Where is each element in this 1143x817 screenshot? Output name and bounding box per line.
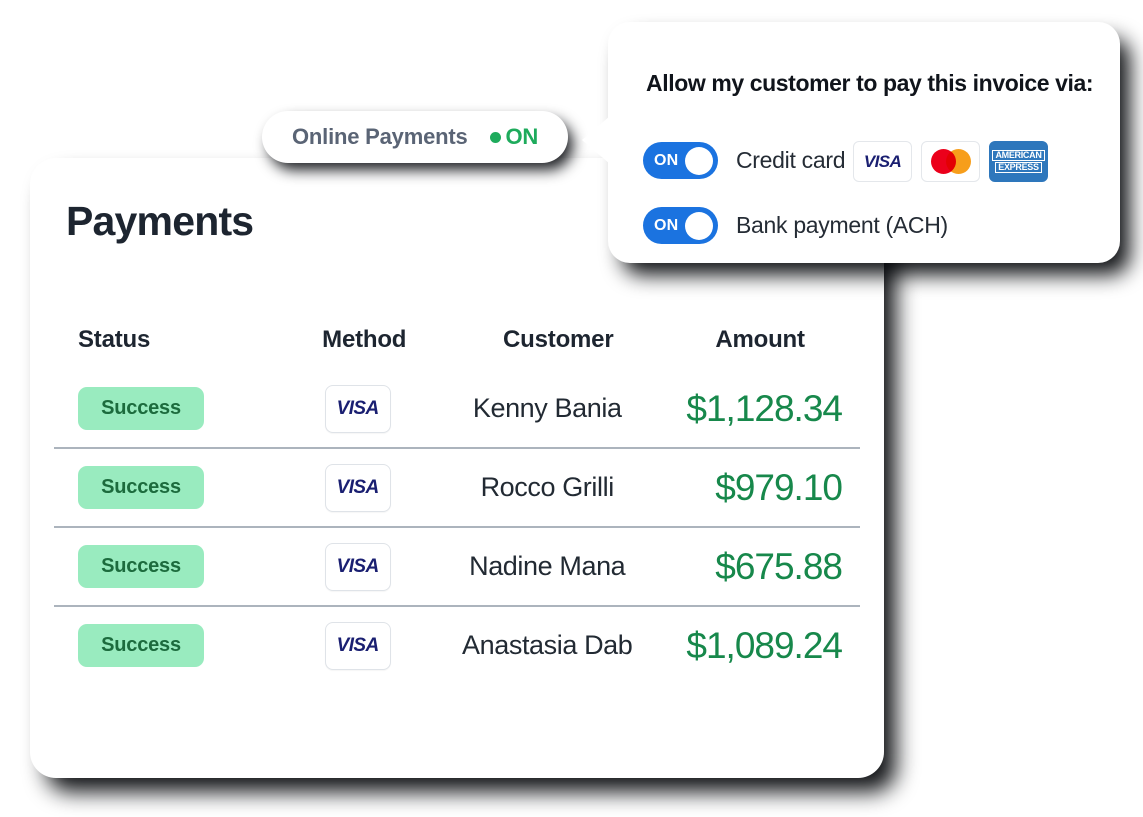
column-header-status: Status	[78, 326, 151, 353]
customer-name: Anastasia Dab	[462, 630, 633, 660]
online-payments-toggle-pill[interactable]: Online Payments ON	[262, 111, 569, 163]
amex-line-1: AMERICAN	[992, 149, 1045, 161]
toggle-bank-payment[interactable]: ON	[643, 207, 718, 244]
table-row[interactable]: Success VISA Rocco Grilli $979.10	[54, 449, 860, 528]
cell-method: VISA	[268, 621, 448, 670]
mastercard-circles	[930, 149, 971, 174]
visa-wordmark: VISA	[336, 555, 380, 577]
customer-name: Kenny Bania	[472, 393, 622, 423]
online-payments-label: Online Payments	[292, 124, 468, 149]
visa-icon: VISA	[324, 384, 391, 433]
column-header-customer: Customer	[503, 326, 614, 353]
screenshot-stage: Payments Status Method Customer Amount S…	[0, 0, 1143, 817]
option-row-bank-payment: ON Bank payment (ACH)	[643, 207, 948, 244]
card-brand-logos: VISA AMERICAN EXPRESS	[853, 141, 1048, 182]
cell-customer: Anastasia Dab	[448, 630, 647, 661]
visa-wordmark: VISA	[863, 151, 902, 171]
online-payments-state-text: ON	[505, 124, 539, 149]
online-payments-state: ON	[489, 124, 539, 150]
toggle-credit-card[interactable]: ON	[643, 142, 718, 179]
cell-status: Success	[54, 466, 268, 509]
cell-status: Success	[54, 387, 268, 430]
visa-wordmark: VISA	[336, 634, 380, 656]
visa-icon: VISA	[324, 542, 391, 591]
table-row[interactable]: Success VISA Nadine Mana $675.88	[54, 528, 860, 607]
status-badge: Success	[78, 466, 204, 509]
cell-method: VISA	[268, 463, 448, 512]
column-header-method: Method	[322, 326, 407, 353]
amex-line-2: EXPRESS	[995, 162, 1042, 174]
cell-method: VISA	[268, 542, 448, 591]
amount-value: $1,128.34	[686, 387, 843, 429]
cell-customer: Kenny Bania	[448, 393, 647, 424]
toggle-knob-icon	[685, 146, 713, 175]
status-badge: Success	[78, 387, 204, 430]
cell-amount: $979.10	[647, 467, 860, 509]
cell-customer: Rocco Grilli	[448, 472, 647, 503]
online-payments-pill-wrapper: Online Payments ON	[262, 111, 569, 163]
visa-wordmark: VISA	[336, 397, 380, 419]
toggle-credit-card-state: ON	[654, 151, 679, 169]
payment-methods-popover: Allow my customer to pay this invoice vi…	[582, 22, 1120, 263]
visa-icon: VISA	[853, 141, 912, 182]
column-header-amount: Amount	[715, 326, 805, 353]
table-row[interactable]: Success VISA Kenny Bania $1,128.34	[54, 370, 860, 449]
status-badge: Success	[78, 624, 204, 667]
table-row[interactable]: Success VISA Anastasia Dab $1,089.24	[54, 607, 860, 684]
cell-amount: $1,128.34	[647, 388, 860, 430]
status-dot-icon	[489, 131, 501, 143]
popover-title: Allow my customer to pay this invoice vi…	[646, 70, 1094, 96]
toggle-knob-icon	[685, 211, 713, 240]
option-label-bank-payment: Bank payment (ACH)	[736, 212, 948, 238]
cell-amount: $1,089.24	[647, 625, 860, 667]
popover-tail-icon	[582, 116, 610, 164]
status-badge: Success	[78, 545, 204, 588]
payments-table: Status Method Customer Amount Success VI…	[54, 326, 860, 684]
cell-amount: $675.88	[647, 546, 860, 588]
mastercard-icon	[921, 141, 980, 182]
cell-status: Success	[54, 545, 268, 588]
visa-icon: VISA	[324, 621, 391, 670]
amount-value: $1,089.24	[686, 624, 843, 666]
option-row-credit-card: ON Credit card	[643, 142, 845, 179]
mastercard-orange-circle	[945, 149, 971, 174]
visa-icon: VISA	[324, 463, 391, 512]
amex-icon: AMERICAN EXPRESS	[989, 141, 1048, 182]
cell-method: VISA	[268, 384, 448, 433]
cell-status: Success	[54, 624, 268, 667]
amount-value: $675.88	[715, 545, 843, 587]
amount-value: $979.10	[715, 466, 843, 508]
table-header-row: Status Method Customer Amount	[54, 326, 860, 370]
customer-name: Nadine Mana	[469, 551, 626, 581]
cell-customer: Nadine Mana	[448, 551, 647, 582]
visa-wordmark: VISA	[336, 476, 380, 498]
page-title: Payments	[66, 198, 254, 244]
option-label-credit-card: Credit card	[736, 147, 846, 173]
toggle-bank-payment-state: ON	[654, 216, 679, 234]
customer-name: Rocco Grilli	[480, 472, 615, 502]
